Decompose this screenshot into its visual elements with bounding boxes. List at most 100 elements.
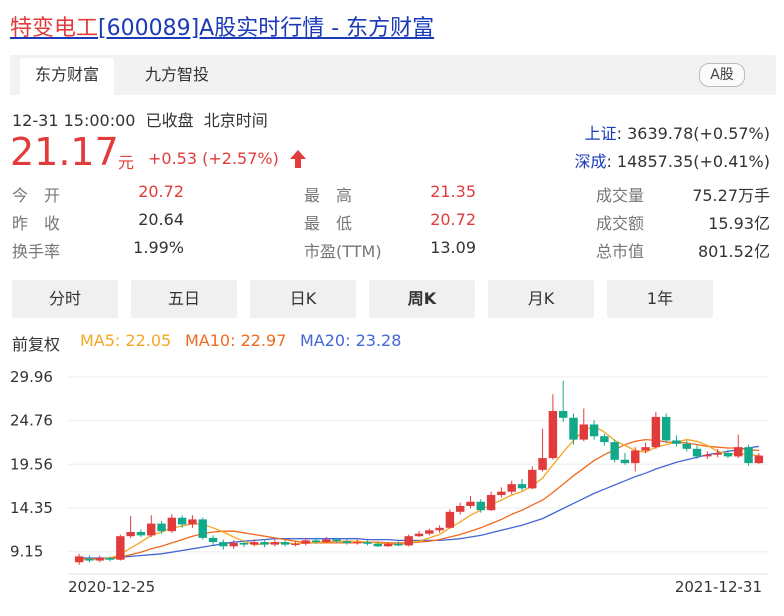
ma10-legend: MA10: 22.97 [185,331,287,350]
candle-body [270,542,280,545]
status-timezone: 北京时间 [203,111,268,130]
candle-body [301,540,310,544]
candle-body [250,542,259,545]
quote-value-low: 20.72 [430,210,476,229]
candle-body [744,447,753,464]
candle-body [105,558,115,560]
candle-body [116,536,125,560]
period-button-1year[interactable]: 1年 [607,280,713,318]
candle-body [507,484,516,492]
quote-value-market-cap: 801.52亿 [698,242,770,261]
candle-body [291,543,300,545]
candle-body [682,443,691,449]
candle-body [95,558,104,561]
candle-body [208,537,218,543]
candle-body [414,533,424,537]
candle-body [404,536,413,546]
quote-label-turnover-rate: 换手率 [12,242,61,261]
candle-body [455,505,465,512]
quote-value-pe: 13.09 [430,238,476,257]
candle-body [177,517,187,525]
candle-body [342,541,352,543]
page-title-link[interactable]: 特变电工[600089]A股实时行情 - 东方财富 [10,10,434,42]
candle-body [363,542,372,544]
candle-body [167,517,177,532]
title-rest[interactable]: [600089]A股实时行情 - 东方财富 [98,16,434,41]
candle-body [579,424,588,440]
candle-body [620,459,630,464]
candle-body [260,542,269,545]
quote-label-volume: 成交量 [596,186,645,205]
quote-label-amount: 成交额 [596,214,645,233]
quote-value-turnover-rate: 1.99% [133,238,184,257]
stock-name[interactable]: 特变电工 [10,16,98,41]
candle-body [610,442,619,460]
candle-body [569,417,578,440]
candle-body [486,495,496,511]
candle-body [332,539,341,542]
index-shanghai-value: : 3639.78(+0.57%) [616,124,770,143]
candle-body [352,542,362,544]
candle-body [476,501,486,511]
quote-value-high: 21.35 [430,182,476,201]
candle-body [558,411,568,418]
candle-body [651,416,661,448]
y-tick-label: 19.56 [10,455,53,473]
candle-body [229,542,238,547]
candle-body [600,436,609,443]
y-tick-label: 24.76 [10,412,53,430]
quote-label-low: 最 低 [304,214,353,233]
candle-body [198,519,207,538]
candle-body [734,447,743,457]
period-button-weekly[interactable]: 周K [369,280,475,318]
candle-body [661,416,671,441]
candle-body [517,484,527,489]
price-change: +0.53 (+2.57%) [148,149,279,168]
period-button-monthly[interactable]: 月K [488,280,594,318]
period-button-intraday[interactable]: 分时 [12,280,118,318]
tab-jiufang[interactable]: 九方智投 [145,55,209,95]
candle-body [425,530,434,534]
candle-body [754,455,764,464]
quote-value-open: 20.72 [138,182,184,201]
quote-label-high: 最 高 [304,186,353,205]
candle-body [672,440,681,444]
ma20-legend: MA20: 23.28 [300,331,402,350]
candle-body [188,519,197,525]
candle-body [157,523,166,532]
ma5-legend: MA5: 22.05 [80,331,172,350]
candle-body [239,542,249,545]
quote-label-pe: 市盈(TTM) [304,242,382,261]
index-shenzhen[interactable]: 深成: 14857.35(+0.41%) [574,148,770,172]
quote-label-open: 今 开 [12,186,61,205]
y-tick-label: 29.96 [10,368,53,386]
candle-body [126,532,135,537]
index-shenzhen-name[interactable]: 深成 [574,152,606,171]
candle-body [497,491,506,496]
candle-body [538,458,547,470]
candle-body [394,543,403,546]
index-shanghai[interactable]: 上证: 3639.78(+0.57%) [585,120,770,144]
candle-body [723,453,733,457]
candle-body [74,556,84,563]
candle-body [631,450,640,464]
candle-body [311,540,321,543]
candle-body [136,532,146,536]
status-datetime: 12-31 15:00:00 [12,111,136,130]
x-label-start: 2020-12-25 [68,578,155,596]
index-shenzhen-value: : 14857.35(+0.41%) [606,152,770,171]
candle-body [713,453,722,455]
index-shanghai-name[interactable]: 上证 [585,124,617,143]
period-button-daily[interactable]: 日K [250,280,356,318]
candle-body [383,543,393,547]
kline-chart[interactable]: 29.96 24.76 19.56 14.35 9.15 2020-12-25 2021-1… [0,360,784,616]
candle-body [435,527,444,531]
quote-value-prev-close: 20.64 [138,210,184,229]
source-tabs-bar [10,55,776,95]
candle-body [147,523,156,536]
market-badge[interactable]: A股 [699,63,745,87]
candle-body [528,469,537,489]
adjust-mode[interactable]: 前复权 [12,331,60,355]
tab-eastmoney[interactable]: 东方财富 [20,58,114,95]
period-button-5day[interactable]: 五日 [131,280,237,318]
